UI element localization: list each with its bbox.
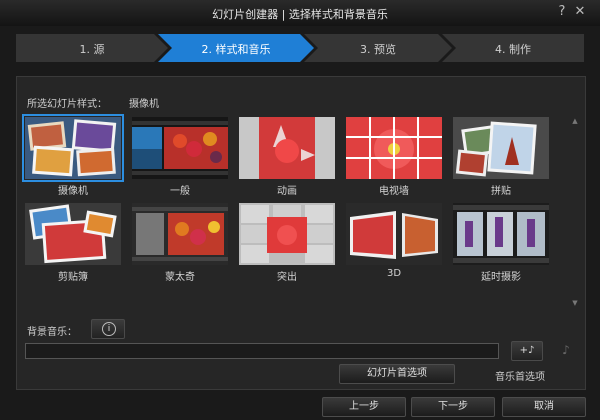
style-label-tv-wall: 电视墙	[379, 186, 409, 197]
close-icon[interactable]: ✕	[572, 4, 588, 20]
style-thumb-montage[interactable]	[132, 203, 228, 265]
style-grid-scrollbar[interactable]: ▲ ▼	[570, 117, 580, 307]
style-thumb-scrapbook-image	[25, 203, 121, 265]
style-label-3d: 3D	[386, 268, 402, 279]
info-icon: i	[102, 322, 116, 336]
style-label-scrapbook: 剪贴簿	[58, 272, 88, 283]
add-music-button[interactable]: +♪	[511, 341, 543, 361]
step-source[interactable]: 1. 源	[16, 34, 168, 62]
style-thumb-general[interactable]	[132, 117, 228, 179]
style-thumb-montage-image	[132, 203, 228, 265]
step-produce-label: 4. 制作	[495, 43, 531, 56]
cancel-button[interactable]: 取消	[502, 397, 586, 417]
wizard-steps: 1. 源 2. 样式和音乐 3. 预览 4. 制作	[16, 34, 584, 62]
help-icon[interactable]: ?	[554, 4, 570, 20]
style-label-animation: 动画	[277, 186, 297, 197]
style-panel: 所选幻灯片样式： 摄像机 摄像机 一般 动画 电视墙 拼贴 剪贴簿 蒙太奇 突出…	[16, 76, 586, 390]
style-thumb-camera-image	[25, 117, 121, 179]
style-thumb-scrapbook[interactable]	[25, 203, 121, 265]
music-preferences-link[interactable]: 音乐首选项	[495, 368, 545, 383]
style-thumb-highlight[interactable]	[239, 203, 335, 265]
step-source-label: 1. 源	[79, 43, 105, 56]
style-thumb-3d-image	[346, 203, 442, 265]
style-thumb-time-lapse-image	[453, 203, 549, 265]
music-file-field[interactable]	[25, 343, 499, 359]
step-produce[interactable]: 4. 制作	[442, 34, 584, 62]
style-label-time-lapse: 延时摄影	[481, 272, 521, 283]
style-thumb-tv-wall[interactable]	[346, 117, 442, 179]
slideshow-preferences-button[interactable]: 幻灯片首选项	[339, 364, 455, 384]
music-info-button[interactable]: i	[91, 319, 125, 339]
style-label-general: 一般	[170, 186, 190, 197]
style-thumb-highlight-image	[239, 203, 335, 265]
style-thumb-time-lapse[interactable]	[453, 203, 549, 265]
style-label-collage: 拼贴	[491, 186, 511, 197]
background-music-label: 背景音乐：	[27, 327, 77, 338]
step-preview-label: 3. 预览	[360, 43, 396, 56]
style-thumb-animation-image	[239, 117, 335, 179]
title-bar: 幻灯片创建器 | 选择样式和背景音乐 ? ✕	[0, 0, 600, 26]
style-grid: 摄像机 一般 动画 电视墙 拼贴 剪贴簿 蒙太奇 突出 3D 延时摄影	[22, 114, 561, 317]
back-button[interactable]: 上一步	[322, 397, 406, 417]
remove-music-icon[interactable]: ♪	[557, 341, 575, 359]
selected-style-value: 摄像机	[129, 99, 159, 110]
style-label-camera: 摄像机	[58, 186, 88, 197]
next-button[interactable]: 下一步	[411, 397, 495, 417]
scroll-down-icon[interactable]: ▼	[571, 299, 579, 307]
style-thumb-collage[interactable]	[453, 117, 549, 179]
style-thumb-3d[interactable]	[346, 203, 442, 265]
step-preview[interactable]: 3. 预览	[304, 34, 452, 62]
step-style-music[interactable]: 2. 样式和音乐	[158, 34, 314, 62]
window-title: 幻灯片创建器 | 选择样式和背景音乐	[212, 8, 388, 21]
style-label-montage: 蒙太奇	[165, 272, 195, 283]
style-thumb-camera[interactable]	[22, 114, 124, 182]
style-label-highlight: 突出	[277, 272, 297, 283]
scroll-up-icon[interactable]: ▲	[571, 117, 579, 125]
style-thumb-general-image	[132, 117, 228, 179]
style-thumb-tv-wall-image	[346, 117, 442, 179]
style-thumb-collage-image	[453, 117, 549, 179]
selected-style-label: 所选幻灯片样式：	[27, 99, 107, 110]
step-style-music-label: 2. 样式和音乐	[201, 43, 271, 56]
style-thumb-animation[interactable]	[239, 117, 335, 179]
